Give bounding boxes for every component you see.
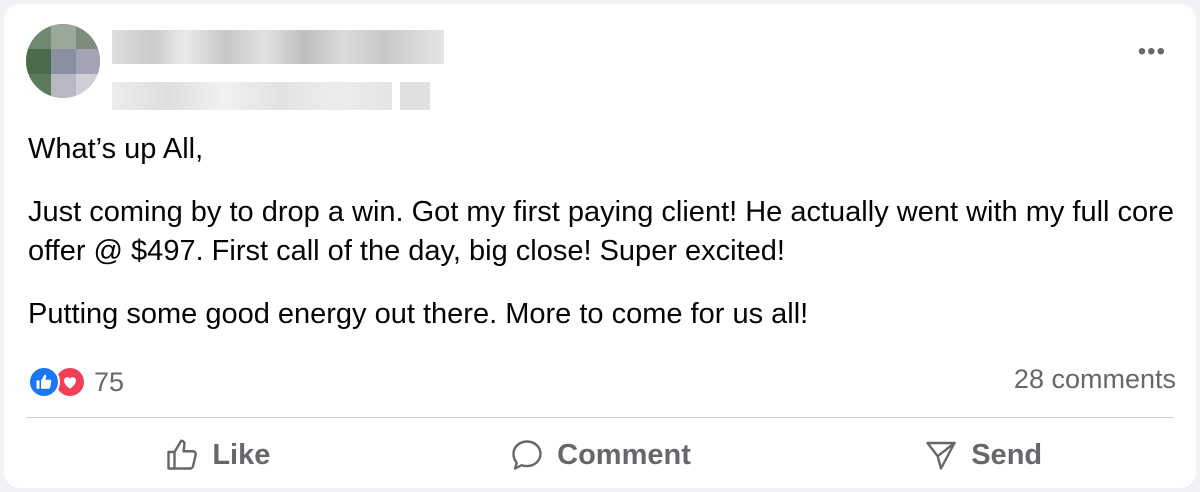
audience-icon-blurred	[400, 82, 430, 110]
comment-button-label: Comment	[557, 438, 691, 471]
comments-count-link[interactable]: 28 comments	[1014, 364, 1176, 395]
reaction-summary[interactable]: 75	[28, 362, 124, 402]
post-body: What’s up All, Just coming by to drop a …	[28, 130, 1178, 334]
post-card: ••• What’s up All, Just coming by to dro…	[4, 4, 1196, 488]
send-icon	[923, 437, 959, 473]
actions-divider	[26, 417, 1174, 418]
post-paragraph: Just coming by to drop a win. Got my fir…	[28, 196, 1174, 267]
like-button-label: Like	[212, 438, 271, 471]
send-button-label: Send	[971, 438, 1043, 471]
author-avatar[interactable]	[26, 24, 100, 98]
post-timestamp-blurred[interactable]	[112, 82, 392, 110]
comment-button[interactable]: Comment	[409, 422, 792, 488]
like-button[interactable]: Like	[26, 422, 409, 488]
post-paragraph: Putting some good energy out there. More…	[28, 298, 809, 330]
thumbs-up-icon	[164, 437, 200, 473]
reaction-count: 75	[94, 366, 125, 397]
comment-bubble-icon	[509, 437, 545, 473]
author-name-blurred[interactable]	[112, 30, 444, 64]
post-actions-bar: Like Comment Send	[26, 422, 1174, 488]
send-button[interactable]: Send	[791, 422, 1174, 488]
like-reaction-icon	[28, 366, 60, 398]
more-options-icon[interactable]: •••	[1138, 40, 1166, 64]
post-paragraph: What’s up All,	[28, 133, 204, 165]
